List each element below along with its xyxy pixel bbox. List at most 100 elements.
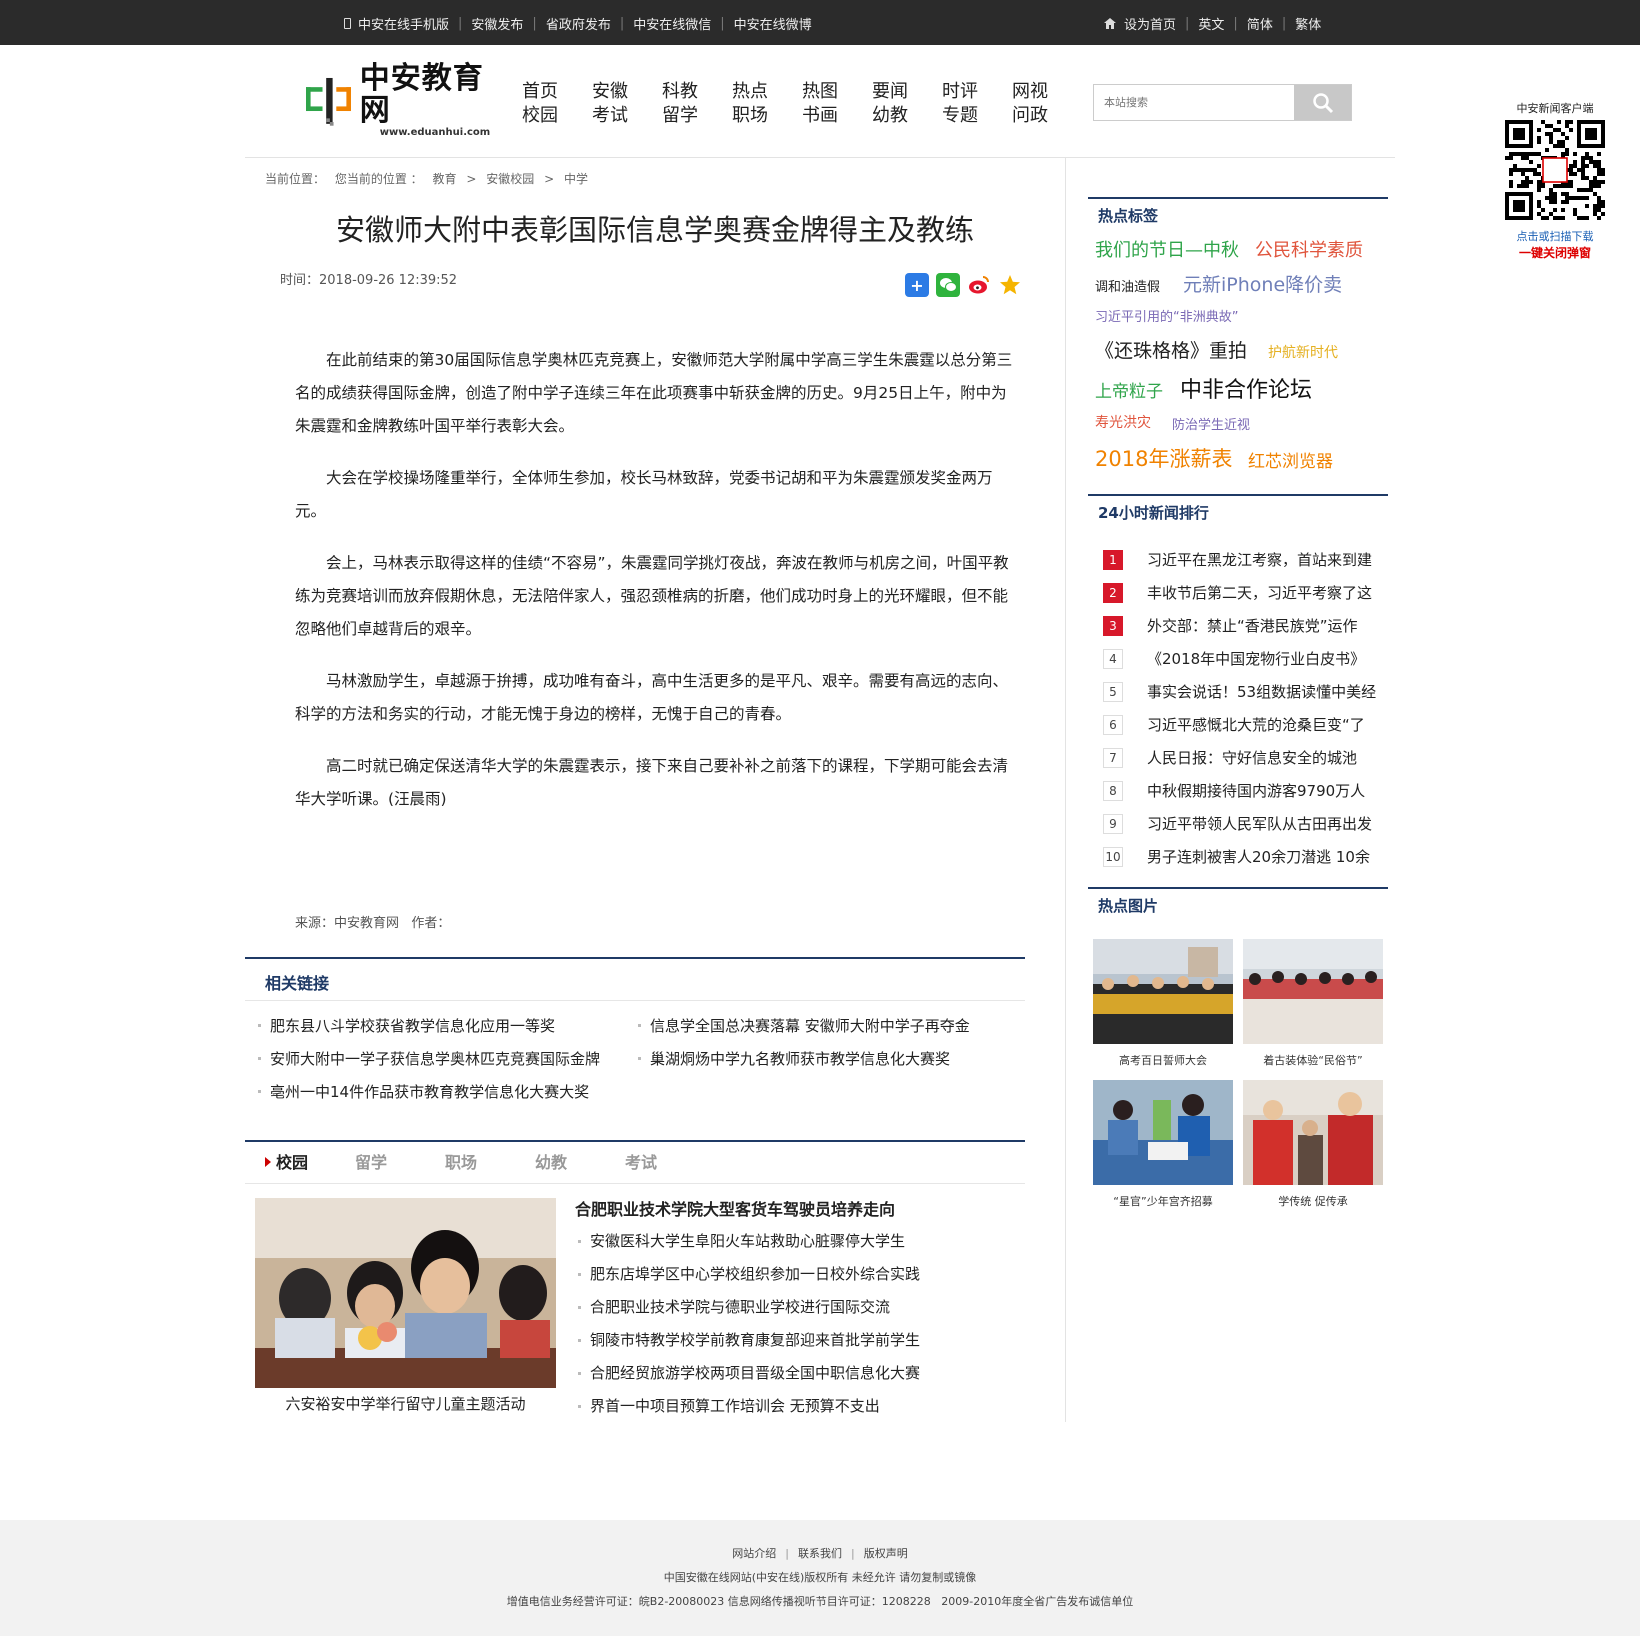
qr-close-link[interactable]: 一键关闭弹窗 — [1505, 244, 1605, 261]
tab-campus[interactable]: 校园 — [265, 1142, 355, 1183]
hot-pic[interactable]: 着古装体验“民俗节” — [1243, 939, 1383, 1068]
rank-title[interactable]: 习近平感慨北大荒的沧桑巨变“了 — [1147, 714, 1365, 735]
link-english[interactable]: 英文 — [1198, 14, 1224, 33]
rank-title[interactable]: 事实会说话！53组数据读懂中美经 — [1147, 681, 1376, 702]
tab-study-abroad[interactable]: 留学 — [355, 1142, 445, 1183]
nav-item[interactable]: 职场 — [732, 104, 802, 128]
link-wechat[interactable]: 中安在线微信 — [633, 14, 711, 33]
search-input[interactable] — [1094, 85, 1294, 120]
hot-pic[interactable]: “星官”少年宫齐招募 — [1093, 1080, 1233, 1209]
tab-preschool[interactable]: 幼教 — [535, 1142, 625, 1183]
hot-pic-caption[interactable]: 学传统 促传承 — [1243, 1193, 1383, 1209]
hot-pic-image[interactable] — [1093, 1080, 1233, 1185]
hot-tag[interactable]: 2018年涨薪表 — [1095, 443, 1232, 473]
rank-title[interactable]: 《2018年中国宠物行业白皮书》 — [1147, 648, 1365, 669]
search-button[interactable] — [1294, 85, 1351, 120]
breadcrumb-education[interactable]: 教育 — [433, 172, 457, 186]
nav-item[interactable]: 要闻 — [872, 80, 942, 104]
related-link[interactable]: 巢湖烔炀中学九名教师获市教学信息化大赛奖 — [638, 1048, 1018, 1071]
tab-exam[interactable]: 考试 — [625, 1142, 715, 1183]
nav-item[interactable]: 考试 — [592, 104, 662, 128]
rank-row[interactable]: 2 丰收节后第二天，习近平考察了这 — [1103, 576, 1376, 609]
hot-pic-image[interactable] — [1093, 939, 1233, 1044]
news-link[interactable]: 铜陵市特教学校学前教育康复部迎来首批学前学生 — [578, 1327, 920, 1360]
hot-tag[interactable]: 防治学生近视 — [1172, 414, 1250, 433]
featured-caption[interactable]: 六安裕安中学举行留守儿童主题活动 — [255, 1393, 556, 1414]
qr-code-icon[interactable] — [1505, 120, 1605, 220]
nav-item[interactable]: 校园 — [522, 104, 592, 128]
nav-item[interactable]: 书画 — [802, 104, 872, 128]
hot-tag[interactable]: 寿光洪灾 — [1095, 412, 1151, 432]
nav-item[interactable]: 问政 — [1012, 104, 1082, 128]
news-link[interactable]: 合肥职业技术学院与德职业学校进行国际交流 — [578, 1294, 920, 1327]
favorite-star-icon[interactable] — [998, 273, 1022, 297]
rank-title[interactable]: 丰收节后第二天，习近平考察了这 — [1147, 582, 1372, 603]
news-link[interactable]: 界首一中项目预算工作培训会 无预算不支出 — [578, 1393, 920, 1426]
nav-item[interactable]: 安徽 — [592, 80, 662, 104]
rank-row[interactable]: 8 中秋假期接待国内游客9790万人 — [1103, 774, 1376, 807]
nav-item[interactable]: 热点 — [732, 80, 802, 104]
nav-item[interactable]: 专题 — [942, 104, 1012, 128]
hot-tag[interactable]: 中非合作论坛 — [1180, 372, 1312, 404]
link-simplified[interactable]: 简体 — [1247, 14, 1273, 33]
link-set-home[interactable]: 设为首页 — [1124, 14, 1176, 33]
news-link[interactable]: 肥东店埠学区中心学校组织参加一日校外综合实践 — [578, 1261, 920, 1294]
rank-title[interactable]: 习近平在黑龙江考察，首站来到建 — [1147, 549, 1372, 570]
hot-tag[interactable]: 上帝粒子 — [1095, 377, 1163, 402]
hot-pic-caption[interactable]: “星官”少年宫齐招募 — [1093, 1193, 1233, 1209]
hot-pic-caption[interactable]: 着古装体验“民俗节” — [1243, 1052, 1383, 1068]
rank-title[interactable]: 中秋假期接待国内游客9790万人 — [1147, 780, 1365, 801]
hot-pic[interactable]: 学传统 促传承 — [1243, 1080, 1383, 1209]
nav-item[interactable]: 幼教 — [872, 104, 942, 128]
rank-row[interactable]: 1 习近平在黑龙江考察，首站来到建 — [1103, 543, 1376, 576]
rank-title[interactable]: 习近平带领人民军队从古田再出发 — [1147, 813, 1372, 834]
nav-item[interactable]: 热图 — [802, 80, 872, 104]
footer-link-copyright[interactable]: 版权声明 — [864, 1547, 908, 1560]
related-link[interactable]: 信息学全国总决赛落幕 安徽师大附中学子再夺金 — [638, 1015, 1018, 1038]
news-link[interactable]: 合肥经贸旅游学校两项目晋级全国中职信息化大赛 — [578, 1360, 920, 1393]
link-weibo[interactable]: 中安在线微博 — [734, 14, 812, 33]
hot-tag[interactable]: 红芯浏览器 — [1248, 447, 1333, 472]
nav-item[interactable]: 时评 — [942, 80, 1012, 104]
rank-title[interactable]: 男子连刺被害人20余刀潜逃 10余 — [1147, 846, 1370, 867]
breadcrumb-middle-school[interactable]: 中学 — [564, 172, 588, 186]
nav-item[interactable]: 留学 — [662, 104, 732, 128]
nav-item[interactable]: 首页 — [522, 80, 592, 104]
tab-career[interactable]: 职场 — [445, 1142, 535, 1183]
rank-row[interactable]: 6 习近平感慨北大荒的沧桑巨变“了 — [1103, 708, 1376, 741]
qr-download-link[interactable]: 点击或扫描下载 — [1505, 228, 1605, 244]
rank-title[interactable]: 人民日报：守好信息安全的城池 — [1147, 747, 1357, 768]
footer-link-contact[interactable]: 联系我们 — [798, 1547, 842, 1560]
link-mobile[interactable]: 中安在线手机版 — [358, 14, 449, 33]
related-link[interactable]: 安师大附中一学子获信息学奥林匹克竞赛国际金牌 — [258, 1048, 638, 1071]
hot-tag[interactable]: 护航新时代 — [1268, 342, 1338, 362]
nav-item[interactable]: 网视 — [1012, 80, 1082, 104]
featured-photo[interactable] — [255, 1198, 556, 1388]
hot-pic-image[interactable] — [1243, 939, 1383, 1044]
featured-headline[interactable]: 合肥职业技术学院大型客货车驾驶员培养走向 — [575, 1196, 895, 1220]
rank-row[interactable]: 7 人民日报：守好信息安全的城池 — [1103, 741, 1376, 774]
link-gov-release[interactable]: 省政府发布 — [546, 14, 611, 33]
rank-row[interactable]: 9 习近平带领人民军队从古田再出发 — [1103, 807, 1376, 840]
link-traditional[interactable]: 繁体 — [1295, 14, 1321, 33]
rank-row[interactable]: 3 外交部：禁止“香港民族党”运作 — [1103, 609, 1376, 642]
hot-tag[interactable]: 《还珠格格》重拍 — [1095, 336, 1247, 363]
rank-row[interactable]: 10 男子连刺被害人20余刀潜逃 10余 — [1103, 840, 1376, 873]
related-link[interactable]: 肥东县八斗学校获省教学信息化应用一等奖 — [258, 1015, 638, 1038]
hot-pic[interactable]: 高考百日誓师大会 — [1093, 939, 1233, 1068]
related-link[interactable]: 亳州一中14件作品获市教育教学信息化大赛大奖 — [258, 1081, 638, 1104]
hot-pic-caption[interactable]: 高考百日誓师大会 — [1093, 1052, 1233, 1068]
hot-pic-image[interactable] — [1243, 1080, 1383, 1185]
breadcrumb-campus[interactable]: 安徽校园 — [486, 172, 534, 186]
rank-title[interactable]: 外交部：禁止“香港民族党”运作 — [1147, 615, 1358, 636]
news-link[interactable]: 安徽医科大学生阜阳火车站救助心脏骤停大学生 — [578, 1228, 920, 1261]
hot-tag[interactable]: 元新iPhone降价卖 — [1183, 270, 1342, 297]
share-more-icon[interactable]: + — [905, 273, 929, 297]
nav-item[interactable]: 科教 — [662, 80, 732, 104]
footer-link-about[interactable]: 网站介绍 — [732, 1547, 776, 1560]
site-logo[interactable]: 中安教育网 www.eduanhui.com — [306, 62, 502, 138]
wechat-icon[interactable] — [936, 273, 960, 297]
rank-row[interactable]: 4 《2018年中国宠物行业白皮书》 — [1103, 642, 1376, 675]
rank-row[interactable]: 5 事实会说话！53组数据读懂中美经 — [1103, 675, 1376, 708]
hot-tag[interactable]: 公民科学素质 — [1255, 236, 1363, 262]
